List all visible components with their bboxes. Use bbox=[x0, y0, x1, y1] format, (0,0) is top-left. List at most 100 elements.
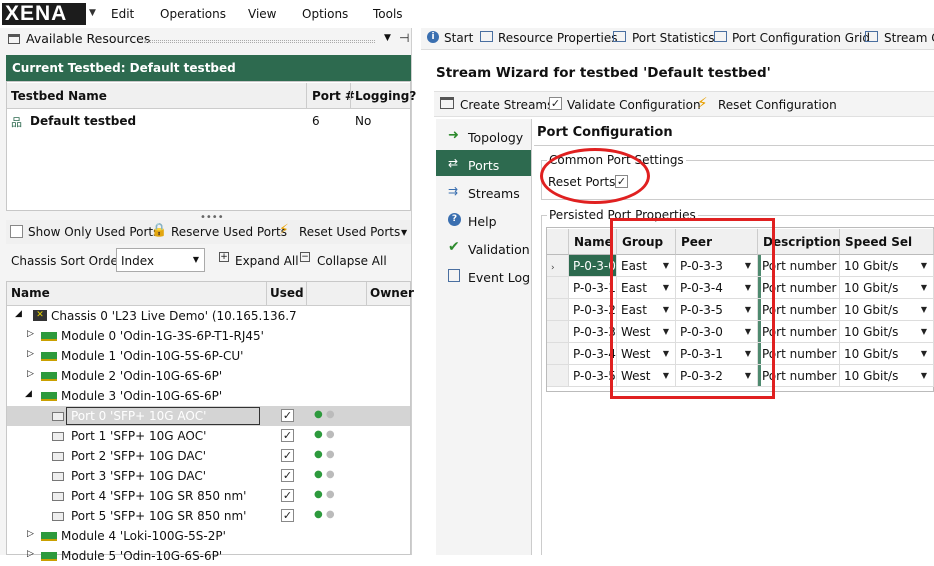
menu-options[interactable]: Options bbox=[302, 7, 348, 21]
status-dots-icon: ● ● bbox=[314, 509, 335, 520]
used-checkbox[interactable]: ✓ bbox=[281, 449, 294, 462]
tab-resource-properties[interactable]: Resource Properties bbox=[498, 31, 618, 45]
grid-icon bbox=[714, 31, 727, 42]
sort-order-select[interactable]: Index ▼ bbox=[116, 248, 205, 272]
tree-row[interactable]: Port 0 'SFP+ 10G AOC' ✓ ● ● bbox=[7, 406, 410, 426]
grid-col-speed[interactable]: Speed Sel bbox=[840, 229, 934, 255]
port-icon bbox=[52, 432, 64, 441]
collapse-arrow-icon[interactable]: ◢ bbox=[25, 389, 32, 399]
used-checkbox[interactable]: ✓ bbox=[281, 469, 294, 482]
used-checkbox[interactable]: ✓ bbox=[281, 489, 294, 502]
reset-configuration-button[interactable]: Reset Configuration bbox=[718, 98, 837, 112]
tree-row[interactable]: ◢ ✕ Chassis 0 'L23 Live Demo' (10.165.136.… bbox=[7, 306, 410, 326]
expand-all-button[interactable]: Expand All bbox=[235, 254, 299, 268]
pin-icon[interactable]: ⊣ bbox=[399, 31, 409, 45]
create-streams-button[interactable]: Create Streams bbox=[460, 98, 553, 112]
grid-cell-speed[interactable]: 10 Gbit/s ▼ bbox=[840, 365, 934, 387]
tree-row[interactable]: Port 1 'SFP+ 10G AOC' ✓ ● ● bbox=[7, 426, 410, 446]
tab-port-configuration-grid[interactable]: Port Configuration Grid bbox=[732, 31, 870, 45]
tree-row[interactable]: ▷ Module 2 'Odin-10G-6S-6P' bbox=[7, 366, 410, 386]
arrow-icon: ➜ bbox=[448, 128, 459, 143]
port-icon bbox=[52, 492, 64, 501]
grid-cell-speed[interactable]: 10 Gbit/s ▼ bbox=[840, 255, 934, 277]
expand-arrow-icon[interactable]: ▷ bbox=[27, 369, 34, 379]
port-icon bbox=[52, 412, 64, 421]
row-header-column bbox=[547, 229, 569, 255]
used-checkbox[interactable]: ✓ bbox=[281, 509, 294, 522]
status-dots-icon: ● ● bbox=[314, 449, 335, 460]
tree-row-label: Chassis 0 'L23 Live Demo' (10.165.136.7 bbox=[51, 309, 297, 323]
show-only-used-checkbox[interactable] bbox=[10, 225, 23, 238]
grid-cell-speed[interactable]: 10 Gbit/s ▼ bbox=[840, 343, 934, 365]
logo-dropdown-icon[interactable]: ▼ bbox=[89, 8, 96, 18]
tree-row[interactable]: ◢ Module 3 'Odin-10G-6S-6P' bbox=[7, 386, 410, 406]
tree-row[interactable]: Port 3 'SFP+ 10G DAC' ✓ ● ● bbox=[7, 466, 410, 486]
validate-configuration-button[interactable]: Validate Configuration bbox=[567, 98, 701, 112]
testbed-row-name[interactable]: Default testbed bbox=[30, 114, 136, 128]
status-dots-icon: ● ● bbox=[314, 489, 335, 500]
module-icon bbox=[41, 372, 57, 381]
grid-cell-speed-text: 10 Gbit/s bbox=[844, 303, 899, 317]
tab-start[interactable]: Start bbox=[444, 31, 473, 45]
grid-cell-speed[interactable]: 10 Gbit/s ▼ bbox=[840, 299, 934, 321]
tree-row[interactable]: Port 5 'SFP+ 10G SR 850 nm' ✓ ● ● bbox=[7, 506, 410, 526]
log-icon bbox=[448, 269, 460, 282]
grid-row-header bbox=[547, 321, 569, 343]
tree-row[interactable]: ▷ Module 4 'Loki-100G-5S-2P' bbox=[7, 526, 410, 546]
dropdown-arrow-icon[interactable]: ▼ bbox=[921, 327, 927, 336]
menu-view[interactable]: View bbox=[248, 7, 276, 21]
grid-cell-speed[interactable]: 10 Gbit/s ▼ bbox=[840, 277, 934, 299]
tab-port-statistics[interactable]: Port Statistics bbox=[632, 31, 714, 45]
tree-row[interactable]: Port 4 'SFP+ 10G SR 850 nm' ✓ ● ● bbox=[7, 486, 410, 506]
grid-cell-speed[interactable]: 10 Gbit/s ▼ bbox=[840, 321, 934, 343]
collapse-all-button[interactable]: Collapse All bbox=[317, 254, 387, 268]
tree-row[interactable]: ▷ Module 0 'Odin-1G-3S-6P-T1-RJ45' bbox=[7, 326, 410, 346]
xena-logo: XENA bbox=[2, 3, 86, 25]
expand-arrow-icon[interactable]: ▷ bbox=[27, 329, 34, 339]
used-checkbox[interactable]: ✓ bbox=[281, 409, 294, 422]
col-owner[interactable]: Owner bbox=[370, 286, 414, 300]
tree-row-label: Module 5 'Odin-10G-6S-6P' bbox=[61, 549, 223, 563]
pane-grip bbox=[145, 40, 375, 43]
help-icon: ? bbox=[448, 213, 461, 226]
grid-cell-speed-text: 10 Gbit/s bbox=[844, 347, 899, 361]
reserve-used-ports-button[interactable]: Reserve Used Ports bbox=[171, 225, 287, 239]
used-checkbox[interactable]: ✓ bbox=[281, 429, 294, 442]
expand-arrow-icon[interactable]: ▷ bbox=[27, 549, 34, 559]
resource-tree-header bbox=[7, 282, 410, 306]
dropdown-arrow-icon[interactable]: ▼ bbox=[921, 283, 927, 292]
menu-edit[interactable]: Edit bbox=[111, 7, 134, 21]
reset-used-ports-button[interactable]: Reset Used Ports bbox=[299, 225, 400, 239]
port-icon bbox=[52, 472, 64, 481]
tree-row[interactable]: ▷ Module 5 'Odin-10G-6S-6P' bbox=[7, 546, 410, 566]
tree-row-label: Module 3 'Odin-10G-6S-6P' bbox=[61, 389, 223, 403]
col-logging[interactable]: Logging? bbox=[355, 89, 416, 103]
menu-tools[interactable]: Tools bbox=[373, 7, 403, 21]
expand-arrow-icon[interactable]: ▷ bbox=[27, 349, 34, 359]
col-name[interactable]: Name bbox=[11, 286, 50, 300]
module-icon bbox=[41, 332, 57, 341]
dropdown-arrow-icon[interactable]: ▼ bbox=[921, 305, 927, 314]
collapse-arrow-icon[interactable]: ◢ bbox=[15, 309, 22, 319]
port-icon bbox=[52, 512, 64, 521]
tree-row-label: Port 2 'SFP+ 10G DAC' bbox=[71, 449, 207, 463]
dropdown-arrow-icon[interactable]: ▼ bbox=[921, 261, 927, 270]
tree-row[interactable]: ▷ Module 1 'Odin-10G-5S-6P-CU' bbox=[7, 346, 410, 366]
dropdown-arrow-icon[interactable]: ▼ bbox=[921, 349, 927, 358]
menu-operations[interactable]: Operations bbox=[160, 7, 226, 21]
col-used[interactable]: Used bbox=[270, 286, 304, 300]
pane-menu-icon[interactable]: ▼ bbox=[384, 33, 391, 43]
dropdown-arrow-icon[interactable]: ▼ bbox=[921, 371, 927, 380]
current-row-icon: › bbox=[551, 263, 555, 273]
overflow-icon[interactable]: ▼ bbox=[401, 228, 407, 237]
network-icon: 品 bbox=[11, 116, 22, 129]
grid-row-header bbox=[547, 277, 569, 299]
grid-cell-speed-text: 10 Gbit/s bbox=[844, 369, 899, 383]
tab-stream-config[interactable]: Stream Co bbox=[884, 31, 934, 45]
col-port-count[interactable]: Port # bbox=[312, 89, 355, 103]
col-testbed-name[interactable]: Testbed Name bbox=[11, 89, 107, 103]
tree-row[interactable]: Port 2 'SFP+ 10G DAC' ✓ ● ● bbox=[7, 446, 410, 466]
show-only-used-label[interactable]: Show Only Used Ports bbox=[28, 225, 159, 239]
expand-arrow-icon[interactable]: ▷ bbox=[27, 529, 34, 539]
tree-row-label: Module 2 'Odin-10G-6S-6P' bbox=[61, 369, 223, 383]
